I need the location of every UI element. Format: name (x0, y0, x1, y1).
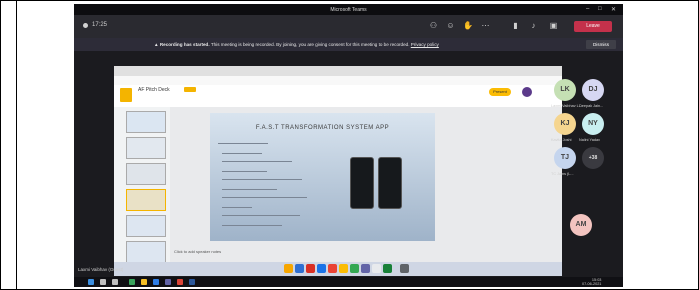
teams-icon[interactable] (165, 279, 171, 285)
slide-text-line (222, 153, 262, 154)
leave-button-label: Leave (586, 23, 600, 29)
app-icon (400, 264, 409, 273)
dismiss-button[interactable]: Dismiss (586, 40, 616, 49)
slide-text-line (222, 207, 252, 208)
windows-taskbar: 15:03 07-06-2021 (74, 277, 623, 287)
camera-icon[interactable]: ▮ (511, 21, 520, 30)
table-left-border (0, 0, 1, 290)
minimize-button[interactable]: – (586, 6, 589, 12)
participant-name: Laxmi Vaibhav L... (551, 104, 582, 108)
slide-thumbnail[interactable] (126, 163, 166, 185)
account-avatar[interactable] (522, 87, 532, 97)
window-title: Microsoft Teams (330, 7, 367, 13)
leave-button[interactable]: Leave (574, 21, 612, 32)
speaker-notes[interactable]: Click to add speaker notes (174, 249, 221, 254)
reactions-icon[interactable]: ✋ (463, 21, 473, 30)
participant-name: TC Jains (L... (551, 172, 574, 176)
shared-taskbar (114, 262, 562, 276)
app-icon (383, 264, 392, 273)
start-icon[interactable] (88, 279, 94, 285)
participant-avatar[interactable]: LK (554, 79, 576, 101)
system-clock: 15:03 07-06-2021 (582, 278, 601, 286)
close-window-button[interactable]: ✕ (611, 6, 616, 13)
app-icon[interactable] (153, 279, 159, 285)
slide-text-line (222, 171, 267, 172)
participant-avatar[interactable]: +38 (582, 147, 604, 169)
slide-text-line (222, 161, 292, 162)
recording-banner: ▲ Recording has started. This meeting is… (74, 38, 623, 51)
app-icon (328, 264, 337, 273)
slide-text-line (222, 215, 300, 216)
slide-text-line (222, 225, 282, 226)
microphone-icon[interactable]: ♪ (529, 21, 538, 30)
participant-avatar[interactable]: DJ (582, 79, 604, 101)
app-icon (317, 264, 326, 273)
more-actions-icon[interactable]: ⋯ (481, 21, 490, 30)
app-icon (295, 264, 304, 273)
slide-thumbnail-selected[interactable] (126, 189, 166, 211)
chrome-icon[interactable] (177, 279, 183, 285)
slide-text-line (222, 189, 277, 190)
slide-text-line (222, 179, 302, 180)
share-screen-icon[interactable]: ▣ (549, 21, 558, 30)
banner-text-group: ▲ Recording has started. This meeting is… (154, 42, 439, 47)
slide-thumbnail[interactable] (126, 215, 166, 237)
slide-thumbnail[interactable] (126, 241, 166, 263)
slide-text-line (222, 197, 307, 198)
table-column-divider (16, 0, 17, 290)
banner-text: This meeting is being recorded. By joini… (210, 42, 410, 47)
phone-image (350, 157, 374, 209)
word-icon[interactable] (189, 279, 195, 285)
privacy-policy-link[interactable]: Privacy policy (411, 42, 439, 47)
task-view-icon[interactable] (112, 279, 118, 285)
app-icon (339, 264, 348, 273)
presenter-name: Laxmi Vaibhav (Guest) (78, 267, 124, 272)
slides-logo-icon (120, 88, 132, 102)
slide-thumbnails (114, 107, 170, 263)
participant-name: Kavita Joshi (551, 138, 572, 142)
shared-screen: AF Pitch Deck Present F.A.S.T TRANSFORMA… (114, 66, 562, 276)
app-icon (306, 264, 315, 273)
participant-name: Nalini Yadav (579, 138, 600, 142)
participant-avatar[interactable]: TJ (554, 147, 576, 169)
slide-text-line (218, 143, 268, 144)
document-title: AF Pitch Deck (138, 87, 170, 93)
participant-avatar[interactable]: AM (570, 214, 592, 236)
browser-tab-bar (114, 66, 562, 76)
search-icon[interactable] (100, 279, 106, 285)
app-icon (372, 264, 381, 273)
meeting-stage: AF Pitch Deck Present F.A.S.T TRANSFORMA… (74, 51, 623, 287)
slides-header: AF Pitch Deck Present (114, 85, 562, 108)
title-bar: Microsoft Teams – □ ✕ (74, 4, 623, 15)
meeting-toolbar: 17:25 ⚇ ☺ ✋ ⋯ ▮ ♪ ▣ Leave (74, 15, 623, 38)
chat-icon[interactable]: ☺ (446, 21, 455, 30)
meeting-timer: 17:25 (92, 22, 108, 28)
folder-icon[interactable] (141, 279, 147, 285)
app-icon (361, 264, 370, 273)
current-slide: F.A.S.T TRANSFORMATION SYSTEM APP (210, 113, 435, 241)
clock-date: 07-06-2021 (582, 282, 602, 286)
slide-thumbnail[interactable] (126, 111, 166, 133)
present-button[interactable]: Present (489, 88, 511, 96)
table-top-border (0, 0, 699, 1)
recording-indicator-icon (83, 23, 88, 28)
app-icon (350, 264, 359, 273)
app-icon[interactable] (129, 279, 135, 285)
app-icon (284, 264, 293, 273)
document-badge (184, 87, 196, 92)
participant-avatar[interactable]: KJ (554, 113, 576, 135)
phone-image (378, 157, 402, 209)
participant-name: Deepak Jain... (579, 104, 604, 108)
participant-avatar[interactable]: NY (582, 113, 604, 135)
slide-canvas: F.A.S.T TRANSFORMATION SYSTEM APP Click … (170, 107, 562, 262)
slide-title: F.A.S.T TRANSFORMATION SYSTEM APP (255, 125, 390, 131)
maximize-button[interactable]: □ (598, 6, 602, 12)
banner-bold-text: Recording has started. (159, 42, 210, 47)
slide-thumbnail[interactable] (126, 137, 166, 159)
teams-window: Microsoft Teams – □ ✕ 17:25 ⚇ ☺ ✋ ⋯ ▮ ♪ … (74, 4, 623, 287)
participants-icon[interactable]: ⚇ (429, 21, 438, 30)
